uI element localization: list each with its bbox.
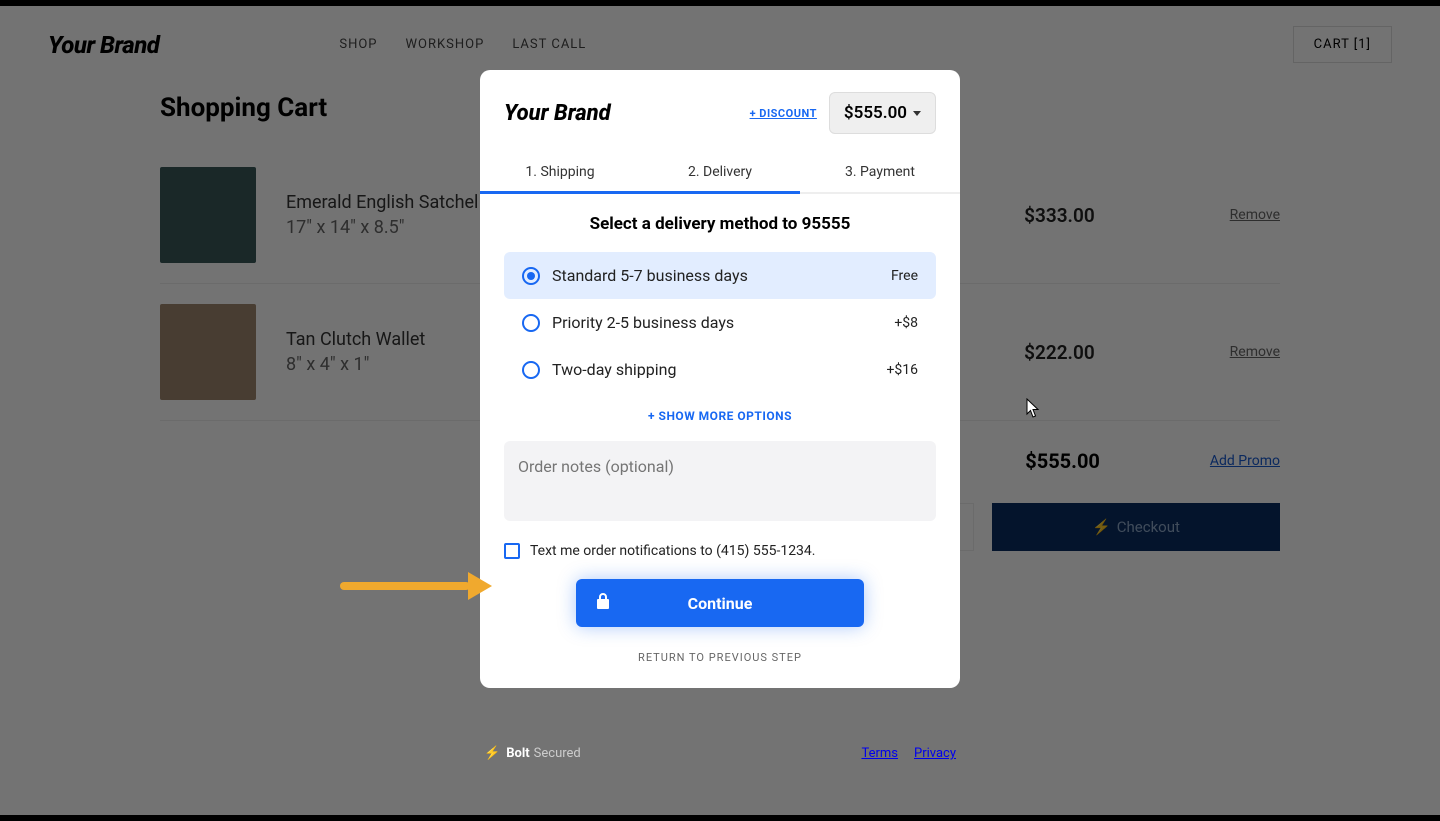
option-label: Priority 2-5 business days	[552, 313, 734, 332]
cursor-icon	[1026, 398, 1040, 418]
bolt-icon: ⚡	[484, 746, 500, 761]
sms-optin-label: Text me order notifications to (415) 555…	[530, 543, 816, 559]
option-label: Standard 5-7 business days	[552, 266, 748, 285]
modal-footer: ⚡ Bolt Secured Terms Privacy	[480, 746, 960, 761]
radio-unselected-icon	[522, 314, 540, 332]
option-label: Two-day shipping	[552, 360, 676, 379]
tab-shipping[interactable]: 1. Shipping	[480, 152, 640, 192]
option-price: Free	[891, 268, 918, 284]
discount-link[interactable]: + DISCOUNT	[750, 107, 817, 120]
option-price: +$16	[886, 362, 918, 378]
annotation-arrow-icon	[340, 572, 492, 600]
lock-icon	[596, 593, 610, 613]
delivery-title: Select a delivery method to 95555	[504, 214, 936, 234]
option-price: +$8	[894, 315, 918, 331]
tab-delivery[interactable]: 2. Delivery	[640, 152, 800, 192]
radio-selected-icon	[522, 267, 540, 285]
delivery-option-twoday[interactable]: Two-day shipping +$16	[504, 346, 936, 393]
modal-body: Select a delivery method to 95555 Standa…	[480, 194, 960, 688]
order-total-dropdown[interactable]: $555.00	[829, 92, 936, 134]
delivery-option-priority[interactable]: Priority 2-5 business days +$8	[504, 299, 936, 346]
checkout-tabs: 1. Shipping 2. Delivery 3. Payment	[480, 152, 960, 194]
continue-button[interactable]: Continue	[576, 579, 864, 627]
checkout-modal: Your Brand + DISCOUNT $555.00 1. Shippin…	[480, 70, 960, 688]
terms-link[interactable]: Terms	[861, 746, 898, 761]
delivery-option-standard[interactable]: Standard 5-7 business days Free	[504, 252, 936, 299]
sms-optin-row[interactable]: Text me order notifications to (415) 555…	[504, 543, 936, 559]
modal-brand: Your Brand	[504, 101, 611, 126]
return-previous-step[interactable]: RETURN TO PREVIOUS STEP	[504, 651, 936, 664]
tab-payment[interactable]: 3. Payment	[800, 152, 960, 192]
order-notes-input[interactable]	[504, 441, 936, 521]
bolt-secured-label: Secured	[534, 746, 581, 761]
chevron-down-icon	[913, 111, 921, 116]
privacy-link[interactable]: Privacy	[914, 746, 956, 761]
checkbox-unchecked-icon[interactable]	[504, 543, 520, 559]
bolt-brand: Bolt	[506, 746, 529, 761]
show-more-options[interactable]: + SHOW MORE OPTIONS	[504, 409, 936, 423]
order-total-value: $555.00	[844, 103, 907, 123]
modal-header: Your Brand + DISCOUNT $555.00	[480, 70, 960, 134]
radio-unselected-icon	[522, 361, 540, 379]
footer-links: Terms Privacy	[861, 746, 956, 761]
continue-label: Continue	[688, 594, 753, 613]
